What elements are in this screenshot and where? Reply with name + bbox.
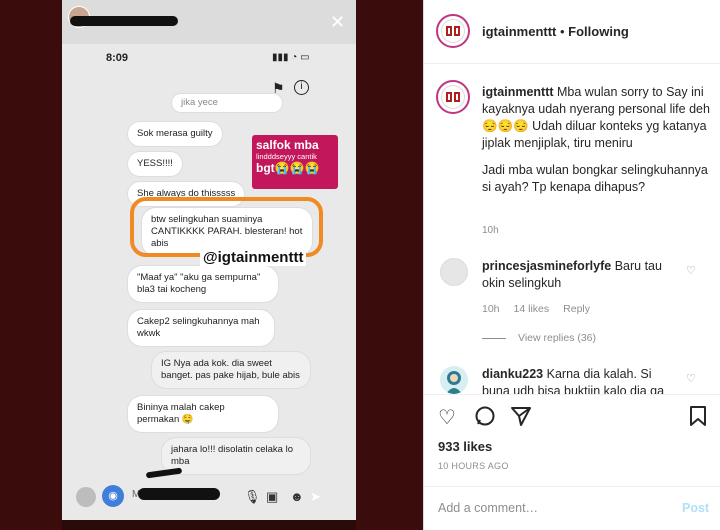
view-replies-label: View replies (36) (518, 332, 597, 344)
sticker-icon: ☻ (290, 489, 304, 504)
gallery-icon: ▣ (266, 489, 279, 504)
caption: igtainmenttt Mba wulan sorry to Say ini … (482, 84, 712, 152)
post-timestamp: 10 HOURS AGO (438, 461, 509, 471)
view-replies-button[interactable]: View replies (36) (482, 332, 596, 344)
close-icon[interactable]: ✕ (330, 12, 345, 33)
add-comment-bar: Add a comment… Post (424, 486, 720, 530)
like-comment-heart-icon[interactable]: ♡ (686, 372, 696, 385)
like-heart-icon[interactable]: ♡ (438, 405, 456, 430)
post-panel: igtainmenttt • Following igtainmenttt Mb… (423, 0, 720, 530)
post-header: igtainmenttt • Following (424, 0, 720, 64)
pink-text-sticker: salfok mba lindddseyyy cantik bgt😭😭😭 (252, 135, 338, 189)
info-icon: i (294, 80, 309, 95)
comments-scroll[interactable]: igtainmenttt Mba wulan sorry to Say ini … (424, 64, 720, 394)
comment-body: princesjasmineforlyfe Baru tau okin seli… (482, 258, 682, 292)
post-username-line: igtainmenttt • Following (482, 24, 629, 39)
comment-username[interactable]: princesjasmineforlyfe (482, 259, 611, 273)
sticker-line: lindddseyyy cantik (256, 152, 317, 161)
sticker-line: salfok mba (256, 138, 319, 152)
highlight-outline (130, 197, 323, 257)
divider (482, 337, 506, 339)
chat-bubble: Cakep2 selingkuhannya mah wkwk (128, 310, 274, 346)
chat-bubble: "Maaf ya" "aku ga sempurna" bla3 tai koc… (128, 266, 278, 302)
account-logo-icon (446, 92, 460, 102)
avatar-image (441, 19, 465, 43)
bookmark-icon[interactable] (688, 405, 708, 433)
avatar-image (441, 85, 465, 109)
chat-bubble: jahara lo!!! disolatin celaka lo mba (162, 438, 310, 474)
chat-bubble: Bininya malah cakep permakan 🤤 (128, 396, 278, 432)
comment-meta: 10h 14 likes Reply (482, 303, 604, 315)
chat-bubble: jika yece (172, 94, 282, 112)
comment-username[interactable]: dianku223 (482, 367, 543, 381)
caption-username[interactable]: igtainmenttt (482, 85, 554, 99)
reply-button[interactable]: Reply (563, 303, 590, 315)
watermark-tag: @igtainmenttt (200, 249, 307, 266)
follow-status-button[interactable]: Following (568, 24, 629, 39)
account-logo-icon (446, 26, 460, 36)
chat-bubble: IG Nya ada kok. dia sweet banget. pas pa… (152, 352, 310, 388)
send-icon: ➤ (310, 489, 321, 504)
share-send-icon[interactable] (510, 405, 532, 433)
likes-count[interactable]: 933 likes (438, 439, 492, 454)
caption-time: 10h (482, 225, 499, 236)
comment-likes[interactable]: 14 likes (514, 303, 550, 315)
chat-bubble: Sok merasa guilty (128, 122, 222, 146)
avatar[interactable] (436, 14, 470, 48)
redaction-mark (70, 16, 178, 26)
media-background-right (356, 0, 423, 530)
avatar[interactable] (440, 366, 468, 394)
comment-time: 10h (482, 303, 500, 315)
separator: • (556, 24, 569, 39)
avatar[interactable] (440, 258, 468, 286)
post-actions: ♡ 933 likes 10 HOURS AGO (424, 394, 720, 486)
post-username[interactable]: igtainmenttt (482, 24, 556, 39)
phone-clock: 8:09 (106, 52, 129, 64)
comment-body: dianku223 Karna dia kalah. Si buna udh b… (482, 366, 682, 394)
like-comment-heart-icon[interactable]: ♡ (686, 264, 696, 277)
sticker-line: bgt😭😭😭 (256, 161, 320, 175)
camera-icon (76, 487, 96, 507)
add-comment-input[interactable]: Add a comment… (438, 501, 538, 515)
camera-button-icon: ◉ (102, 485, 124, 507)
redaction-mark (145, 467, 183, 479)
hijab-avatar-icon (446, 371, 462, 394)
comment-bubble-icon[interactable] (474, 405, 496, 433)
avatar[interactable] (436, 80, 470, 114)
chat-bubble: YESS!!!! (128, 152, 182, 176)
post-comment-button[interactable]: Post (682, 501, 709, 515)
microphone-icon: 🎙 (244, 489, 261, 504)
media-background-left (0, 0, 62, 530)
redaction-mark (138, 488, 220, 500)
post-media: ✕ 8:09 ▮▮▮ ◔ ▭ ⚑ i jika yece Sok merasa … (0, 0, 423, 530)
story-screenshot: ✕ 8:09 ▮▮▮ ◔ ▭ ⚑ i jika yece Sok merasa … (62, 0, 356, 520)
caption-text-second: Jadi mba wulan bongkar selingkuhannya si… (482, 163, 708, 194)
phone-status-icons: ▮▮▮ ◔ ▭ (272, 52, 310, 63)
